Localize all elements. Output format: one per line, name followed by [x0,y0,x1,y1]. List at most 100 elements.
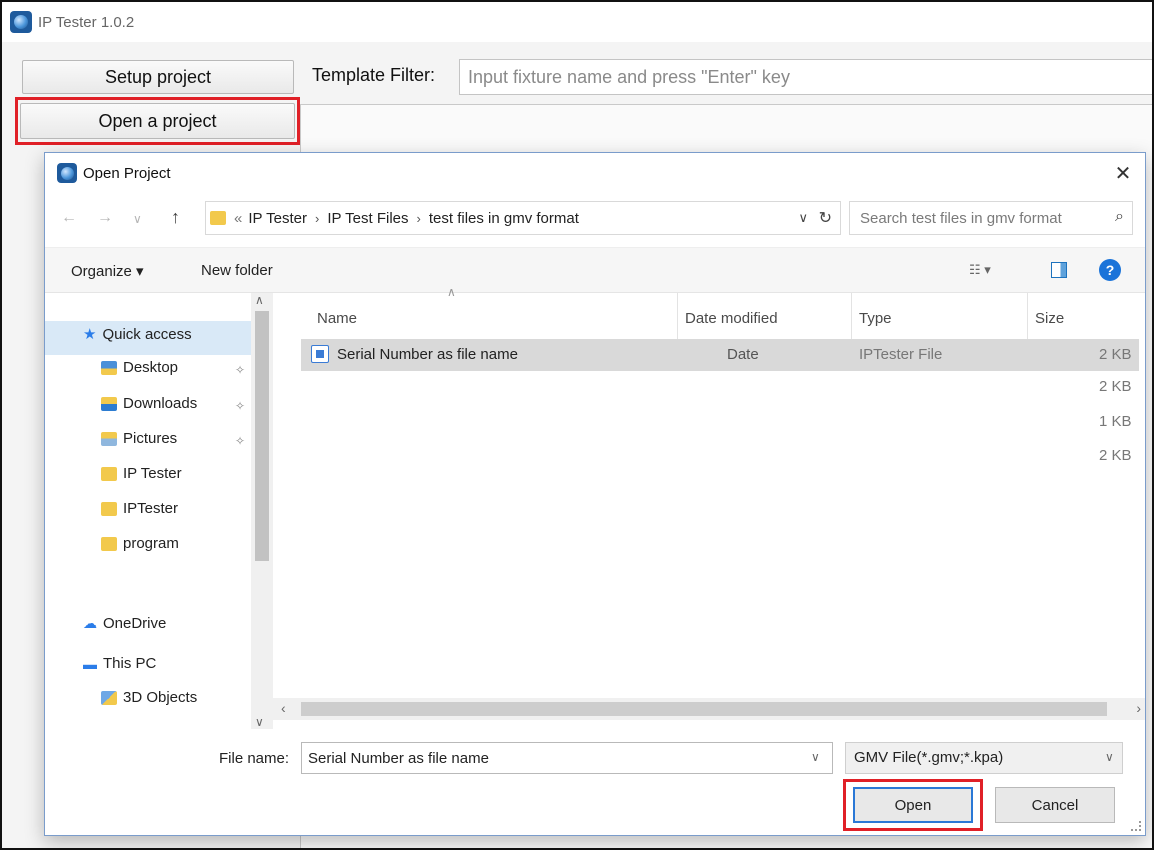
search-placeholder: Search test files in gmv format [860,209,1062,227]
pin-icon: ✧ [235,363,246,377]
star-icon: ★ [83,326,97,343]
preview-pane-icon[interactable] [1051,262,1067,278]
dialog-app-icon [57,163,77,183]
desktop-folder-icon [101,360,117,375]
scroll-right-icon[interactable]: › [1136,700,1141,716]
column-separator [677,293,678,343]
nav-scrollbar[interactable]: ∧ ∨ [251,293,273,729]
address-bar[interactable]: « IP Tester › IP Test Files › test files… [205,201,841,235]
nav-ip-tester-label: IP Tester [123,465,182,482]
nav-iptester-label: IPTester [123,500,179,517]
dialog-toolbar: Organize ▾ New folder ☷ ▾ ? [45,247,1145,293]
nav-desktop[interactable]: Desktop [101,359,178,376]
chevron-down-icon[interactable]: ∨ [811,750,820,764]
open-project-button[interactable]: Open a project [20,103,295,139]
nav-pictures[interactable]: Pictures [101,430,177,447]
app-title: IP Tester 1.0.2 [38,13,135,31]
3d-objects-folder-icon [101,690,117,705]
dialog-titlebar: Open Project [45,153,1145,193]
nav-this-pc-label: This PC [103,655,157,672]
new-folder-button[interactable]: New folder [201,262,273,279]
app-titlebar: IP Tester 1.0.2 [2,2,1152,42]
close-icon[interactable]: ✕ [1111,161,1135,185]
breadcrumb-ip-tester[interactable]: IP Tester [248,210,307,227]
column-type[interactable]: Type [859,293,892,343]
file-list-scrollbar[interactable]: ‹ › [273,698,1145,720]
file-size: 1 KB [1099,413,1132,430]
breadcrumb-overflow[interactable]: « [234,210,242,227]
organize-menu[interactable]: Organize ▾ [71,262,144,280]
open-button[interactable]: Open [853,787,973,823]
help-icon[interactable]: ? [1099,259,1121,281]
change-view-icon[interactable]: ☷ ▾ [969,262,991,278]
column-name[interactable]: Name [317,293,357,343]
navigation-row: ← → ∨ ↑ « IP Tester › IP Test Files › te… [45,201,1145,237]
nav-3d-objects[interactable]: 3D Objects [101,689,197,706]
folder-icon [101,466,117,481]
file-size: 2 KB [1099,378,1132,395]
nav-ip-tester[interactable]: IP Tester [101,465,182,482]
pictures-folder-icon [101,431,117,446]
nav-program[interactable]: program [101,535,179,552]
file-name-label: File name: [219,750,290,767]
file-type-select[interactable]: GMV File(*.gmv;*.kpa) [845,742,1123,774]
search-icon[interactable]: ⌕ [1115,208,1124,226]
file-list-scroll-thumb[interactable] [301,702,1107,716]
ip-tester-window: IP Tester 1.0.2 Setup project Open a pro… [0,0,1154,850]
file-icon [311,345,329,363]
downloads-folder-icon [101,396,117,411]
breadcrumb-ip-test-files[interactable]: IP Test Files [327,210,408,227]
file-size: 2 KB [1099,346,1132,363]
template-filter-input[interactable] [459,59,1152,95]
resize-grip-icon[interactable] [1131,821,1141,831]
nav-downloads-label: Downloads [123,395,198,412]
cancel-button[interactable]: Cancel [995,787,1115,823]
template-filter-label: Template Filter: [312,65,436,85]
breadcrumb-separator: › [315,210,320,226]
nav-scroll-thumb[interactable] [255,311,269,561]
search-box[interactable]: Search test files in gmv format ⌕ [849,201,1133,235]
forward-arrow-icon[interactable]: → [97,209,113,227]
sort-ascending-icon: ∧ [447,285,456,299]
chevron-down-icon[interactable]: ∨ [798,210,808,226]
pin-icon: ✧ [235,434,246,448]
column-size[interactable]: Size [1035,293,1064,343]
cloud-icon: ☁ [83,615,97,631]
setup-project-button[interactable]: Setup project [22,60,294,94]
file-date: Date [727,346,759,363]
breadcrumb-separator: › [416,210,421,226]
column-date-modified[interactable]: Date modified [685,293,778,343]
nav-quick-access-label: Quick access [102,325,192,343]
pin-icon: ✧ [235,399,246,413]
file-size: 2 KB [1099,447,1132,464]
column-separator [1027,293,1028,343]
breadcrumb-test-files-gmv[interactable]: test files in gmv format [429,210,579,227]
nav-iptester[interactable]: IPTester [101,500,178,517]
recent-locations-icon[interactable]: ∨ [133,212,142,226]
dialog-title: Open Project [83,164,171,182]
scroll-down-icon[interactable]: ∨ [255,715,264,729]
computer-icon: ▬ [83,655,97,672]
up-arrow-icon[interactable]: ↑ [171,207,180,228]
scroll-left-icon[interactable]: ‹ [281,700,286,716]
open-project-dialog: Open Project ✕ ← → ∨ ↑ « IP Tester › IP … [44,152,1146,836]
nav-this-pc[interactable]: ▬ This PC [83,655,156,672]
nav-pictures-label: Pictures [123,430,178,447]
nav-downloads[interactable]: Downloads [101,395,197,412]
refresh-icon[interactable]: ↻ [819,208,832,228]
file-name[interactable]: Serial Number as file name [337,346,518,363]
folder-icon [101,536,117,551]
nav-onedrive-label: OneDrive [103,615,167,632]
folder-icon [101,501,117,516]
nav-desktop-label: Desktop [123,359,179,376]
nav-3d-objects-label: 3D Objects [123,689,198,706]
scroll-up-icon[interactable]: ∧ [255,293,264,307]
nav-program-label: program [123,535,179,552]
nav-onedrive[interactable]: ☁ OneDrive [83,615,166,632]
nav-quick-access[interactable]: ★ Quick access [83,325,192,344]
folder-icon [210,211,226,225]
back-arrow-icon[interactable]: ← [61,209,77,227]
chevron-down-icon[interactable]: ∨ [1105,750,1114,764]
app-logo-icon [10,11,32,33]
file-name-input[interactable] [301,742,833,774]
